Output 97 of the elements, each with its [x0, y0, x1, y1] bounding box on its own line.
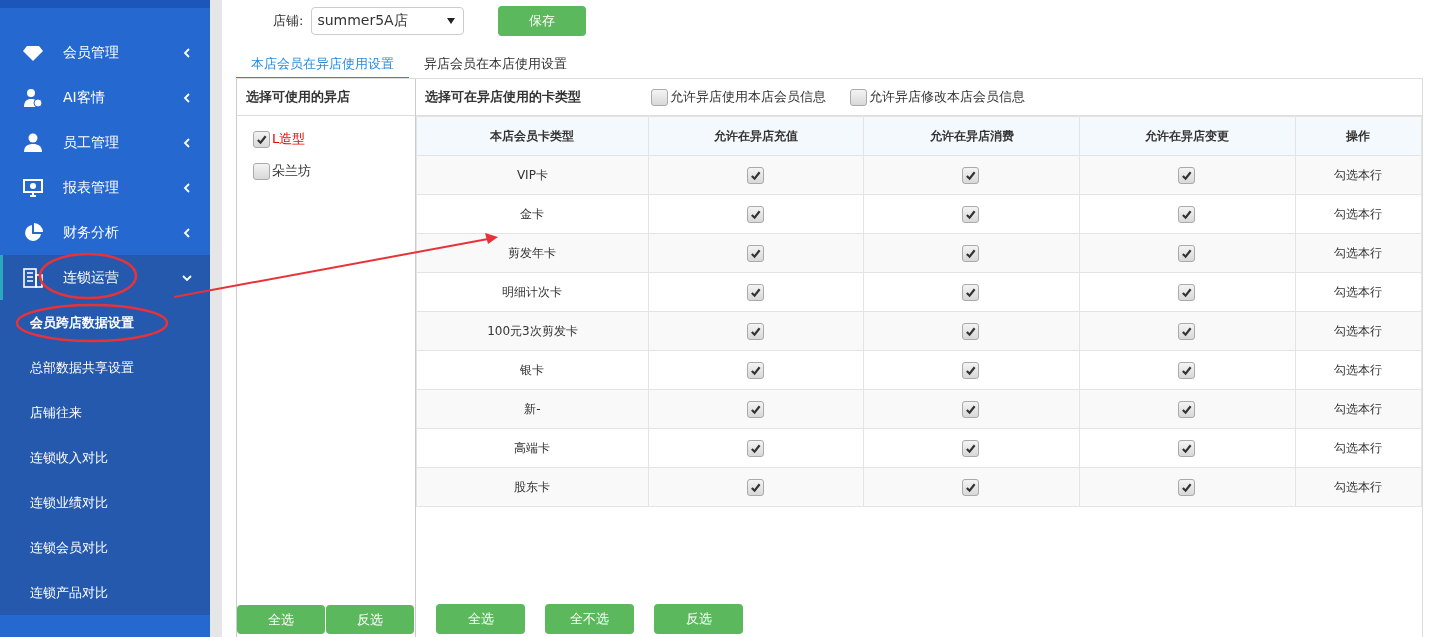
checkbox[interactable]: [962, 400, 980, 418]
checkbox[interactable]: [1177, 205, 1195, 223]
checkbox[interactable]: [1177, 244, 1195, 262]
checkbox[interactable]: [253, 130, 270, 148]
checkbox[interactable]: [746, 283, 764, 301]
submenu-item[interactable]: 店铺往来: [0, 390, 210, 435]
checkbox[interactable]: [746, 361, 764, 379]
menu-label: AI客情: [63, 88, 106, 107]
checkbox[interactable]: [746, 322, 764, 340]
sidebar-item[interactable]: 报表管理: [0, 165, 210, 210]
table-cell: VIP卡: [416, 155, 649, 195]
checkbox[interactable]: [746, 205, 764, 223]
menu-label: 连锁运营: [63, 268, 120, 287]
sidebar-item[interactable]: 连锁运营: [0, 255, 210, 300]
table-cell: 明细计次卡: [416, 272, 649, 312]
checkbox[interactable]: [1177, 166, 1195, 184]
submenu-item[interactable]: 连锁收入对比: [0, 435, 210, 480]
table-cell: 剪发年卡: [416, 233, 649, 273]
checkbox[interactable]: [962, 166, 980, 184]
checkbox[interactable]: [962, 439, 980, 457]
sidebar-item[interactable]: AI客情: [0, 75, 210, 120]
store-label: 店铺:: [273, 12, 304, 30]
chevron-left-icon: [182, 92, 192, 103]
checkbox[interactable]: [962, 478, 980, 496]
select-row-link[interactable]: 勾选本行: [1295, 389, 1422, 429]
select-row-link[interactable]: 勾选本行: [1295, 428, 1422, 468]
checkbox[interactable]: [962, 244, 980, 262]
checkbox[interactable]: [651, 88, 668, 106]
table-cell: 股东卡: [416, 467, 649, 507]
store-name: L造型: [272, 130, 306, 148]
checkbox[interactable]: [1177, 439, 1195, 457]
submenu-item[interactable]: 总部数据共享设置: [0, 345, 210, 390]
checkbox[interactable]: [1177, 361, 1195, 379]
submenu-item[interactable]: 连锁产品对比: [0, 570, 210, 615]
menu-label: 财务分析: [63, 223, 120, 242]
chevron-left-icon: [182, 137, 192, 148]
submenu-item[interactable]: 会员跨店数据设置: [0, 300, 210, 345]
checkbox[interactable]: [1177, 400, 1195, 418]
chevron-left-icon: [182, 227, 192, 238]
checkbox[interactable]: [962, 283, 980, 301]
select-row-link[interactable]: 勾选本行: [1295, 233, 1422, 273]
option-label: 允许异店使用本店会员信息: [670, 88, 826, 106]
panel-title: 选择可使用的异店: [246, 88, 350, 106]
column-header: 允许在异店变更: [1079, 116, 1296, 156]
option-label: 允许异店修改本店会员信息: [869, 88, 1025, 106]
user-shield-icon: [23, 87, 43, 108]
building-icon: [23, 267, 43, 288]
submenu-item[interactable]: 连锁业绩对比: [0, 480, 210, 525]
tab[interactable]: 本店会员在异店使用设置: [236, 51, 409, 79]
table-cell: 银卡: [416, 350, 649, 390]
select-row-link[interactable]: 勾选本行: [1295, 272, 1422, 312]
menu-label: 会员管理: [63, 43, 120, 62]
chevron-down-icon: [182, 272, 192, 283]
checkbox[interactable]: [850, 88, 867, 106]
checkbox[interactable]: [253, 162, 270, 180]
dropdown-caret-icon: [447, 18, 456, 24]
pie-chart-icon: [23, 222, 43, 243]
sidebar-item[interactable]: 财务分析: [0, 210, 210, 255]
checkbox[interactable]: [746, 439, 764, 457]
panel-title: 选择可在异店使用的卡类型: [425, 88, 581, 106]
checkbox[interactable]: [962, 361, 980, 379]
table-cell: 金卡: [416, 194, 649, 234]
monitor-icon: [23, 177, 43, 198]
checkbox[interactable]: [962, 322, 980, 340]
checkbox[interactable]: [1177, 283, 1195, 301]
select-row-link[interactable]: 勾选本行: [1295, 155, 1422, 195]
submenu-item[interactable]: 连锁会员对比: [0, 525, 210, 570]
menu-label: 员工管理: [63, 133, 120, 152]
checkbox[interactable]: [746, 244, 764, 262]
user-icon: [23, 132, 43, 153]
column-header: 允许在异店充值: [648, 116, 864, 156]
menu-label: 报表管理: [63, 178, 120, 197]
tab[interactable]: 异店会员在本店使用设置: [409, 51, 582, 79]
column-header: 本店会员卡类型: [416, 116, 649, 156]
checkbox[interactable]: [962, 205, 980, 223]
table-cell: 高端卡: [416, 428, 649, 468]
select-row-link[interactable]: 勾选本行: [1295, 350, 1422, 390]
sidebar-item[interactable]: 会员管理: [0, 30, 210, 75]
scrollbar[interactable]: [210, 0, 222, 637]
checkbox[interactable]: [1177, 322, 1195, 340]
store-name: 朵兰坊: [272, 162, 311, 180]
select-row-link[interactable]: 勾选本行: [1295, 311, 1422, 351]
checkbox[interactable]: [746, 478, 764, 496]
table-cell: 100元3次剪发卡: [416, 311, 649, 351]
select-row-link[interactable]: 勾选本行: [1295, 467, 1422, 507]
diamond-icon: [23, 43, 43, 62]
checkbox[interactable]: [746, 166, 764, 184]
table-cell: 新-: [416, 389, 649, 429]
column-header: 操作: [1295, 116, 1422, 156]
select-row-link[interactable]: 勾选本行: [1295, 194, 1422, 234]
chevron-left-icon: [182, 47, 192, 58]
checkbox[interactable]: [1177, 478, 1195, 496]
sidebar-item[interactable]: 员工管理: [0, 120, 210, 165]
store-select[interactable]: summer5A店: [311, 7, 465, 35]
column-header: 允许在异店消费: [863, 116, 1080, 156]
checkbox[interactable]: [746, 400, 764, 418]
chevron-left-icon: [182, 182, 192, 193]
